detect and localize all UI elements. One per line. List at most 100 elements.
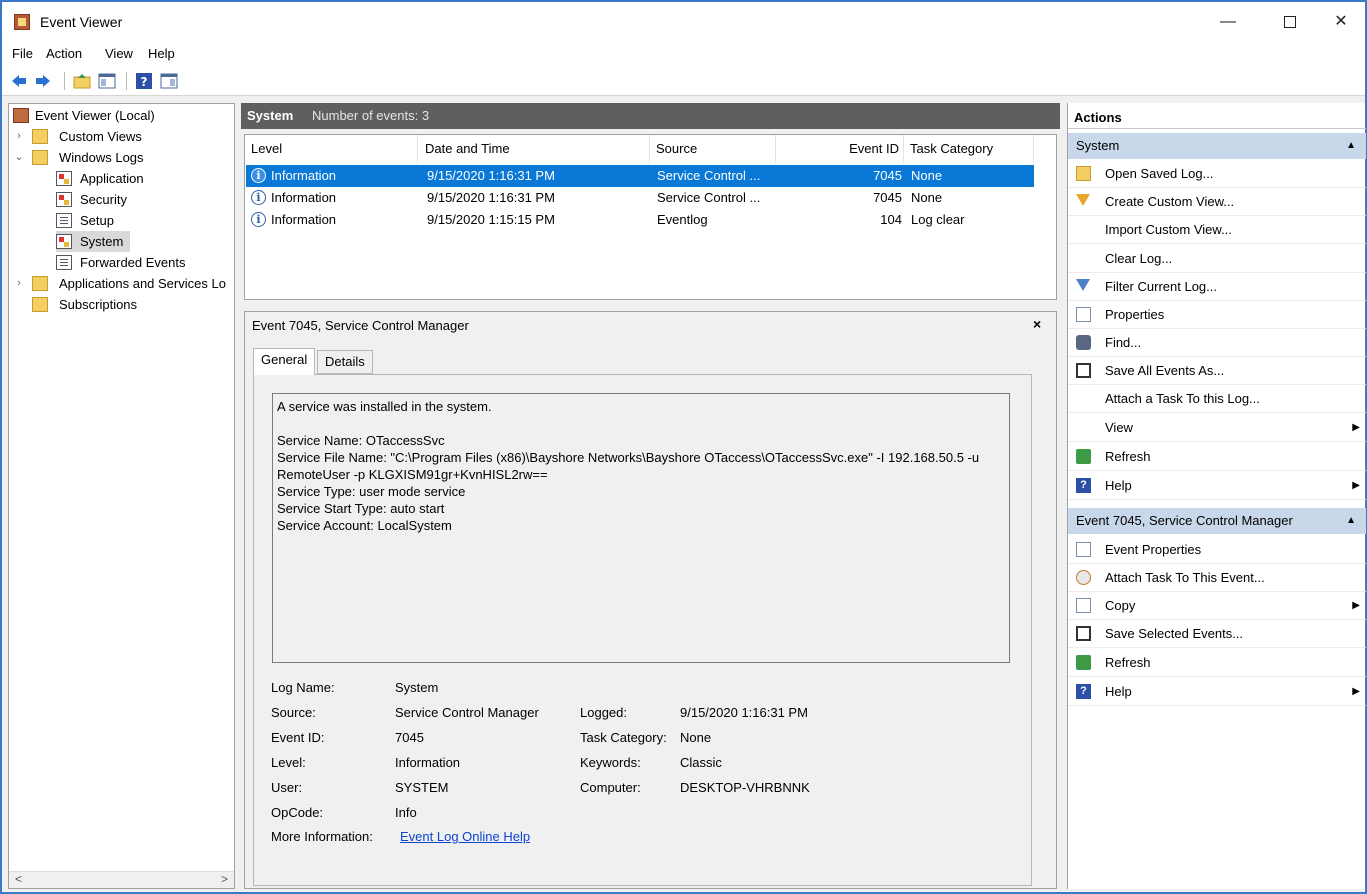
source-label: Source: — [271, 705, 316, 720]
action-save-all-events-as[interactable]: Save All Events As... — [1068, 357, 1366, 385]
save-icon — [1076, 626, 1091, 641]
action-refresh[interactable]: Refresh — [1068, 443, 1366, 471]
column-header-source[interactable]: Source — [650, 135, 776, 163]
log-title: System — [247, 108, 294, 123]
menu-file[interactable]: File — [12, 46, 33, 61]
menu-help[interactable]: Help — [148, 46, 175, 61]
forward-arrow-icon[interactable] — [34, 72, 52, 90]
task-category-label: Task Category: — [580, 730, 667, 745]
opcode-label: OpCode: — [271, 805, 324, 820]
refresh-icon — [1076, 449, 1091, 464]
keywords-value: Classic — [680, 755, 722, 770]
toolbar-separator — [126, 72, 127, 90]
refresh-icon — [1076, 655, 1091, 670]
toolbar-separator — [64, 72, 65, 90]
task-icon — [1076, 570, 1091, 585]
action-attach-task-to-log[interactable]: Attach a Task To this Log... — [1068, 385, 1366, 413]
expand-arrow-icon[interactable]: › — [13, 126, 25, 147]
event-log-online-help-link[interactable]: Event Log Online Help — [400, 829, 530, 844]
action-import-custom-view[interactable]: Import Custom View... — [1068, 216, 1366, 244]
collapse-caret-icon[interactable]: ▲ — [1346, 508, 1356, 534]
show-hide-action-pane-icon[interactable] — [160, 72, 178, 90]
minimize-button[interactable]: — — [1205, 8, 1251, 36]
computer-value: DESKTOP-VHRBNNK — [680, 780, 810, 795]
svg-text:?: ? — [141, 75, 148, 89]
detail-close-icon[interactable]: × — [1033, 316, 1041, 332]
binoculars-icon — [1076, 335, 1091, 350]
tab-general[interactable]: General — [253, 348, 316, 375]
event-viewer-icon — [13, 108, 29, 123]
tree-horizontal-scrollbar[interactable]: < > — [9, 871, 234, 888]
actions-group-system[interactable]: System ▲ — [1068, 133, 1366, 159]
table-row[interactable]: i Information 9/15/2020 1:15:15 PM Event… — [246, 209, 1034, 231]
actions-group-event[interactable]: Event 7045, Service Control Manager ▲ — [1068, 508, 1366, 534]
column-header-task-category[interactable]: Task Category — [904, 135, 1034, 163]
copy-icon — [1076, 598, 1091, 613]
action-clear-log[interactable]: Clear Log... — [1068, 245, 1366, 273]
action-properties[interactable]: Properties — [1068, 301, 1366, 329]
action-event-properties[interactable]: Event Properties — [1068, 536, 1366, 564]
action-view[interactable]: View ▶ — [1068, 414, 1366, 442]
tree-item-system[interactable]: System — [56, 231, 130, 252]
log-icon — [56, 213, 72, 228]
user-value: SYSTEM — [395, 780, 449, 795]
tab-details[interactable]: Details — [317, 350, 373, 374]
collapse-caret-icon[interactable]: ▲ — [1346, 133, 1356, 159]
log-name-label: Log Name: — [271, 680, 335, 695]
column-header-date-and-time[interactable]: Date and Time — [419, 135, 650, 163]
scroll-left-arrow-icon[interactable]: < — [15, 872, 22, 886]
table-row[interactable]: i Information 9/15/2020 1:16:31 PM Servi… — [246, 165, 1034, 187]
maximize-icon — [1284, 15, 1296, 28]
expand-arrow-icon[interactable]: › — [13, 273, 25, 294]
event-viewer-window: Event Viewer — ✕ File Action View Help ?… — [0, 0, 1367, 894]
close-button[interactable]: ✕ — [1318, 8, 1364, 36]
subscriptions-icon — [32, 297, 48, 312]
scroll-right-arrow-icon[interactable]: > — [221, 872, 228, 886]
logged-value: 9/15/2020 1:16:31 PM — [680, 705, 808, 720]
submenu-arrow-icon: ▶ — [1352, 600, 1360, 611]
source-value: Service Control Manager — [395, 705, 539, 720]
back-arrow-icon[interactable] — [10, 72, 28, 90]
action-filter-current-log[interactable]: Filter Current Log... — [1068, 273, 1366, 301]
event-id-value: 7045 — [395, 730, 424, 745]
help-icon[interactable]: ? — [135, 72, 153, 90]
action-help[interactable]: ? Help ▶ — [1068, 472, 1366, 500]
detail-title: Event 7045, Service Control Manager — [252, 318, 469, 333]
actions-pane: Actions System ▲ Open Saved Log... Creat… — [1067, 103, 1366, 889]
action-save-selected-events[interactable]: Save Selected Events... — [1068, 620, 1366, 648]
menu-action[interactable]: Action — [46, 46, 82, 61]
action-refresh-event[interactable]: Refresh — [1068, 649, 1366, 677]
information-icon: i — [251, 212, 266, 227]
table-row[interactable]: i Information 9/15/2020 1:16:31 PM Servi… — [246, 187, 1034, 209]
action-copy[interactable]: Copy ▶ — [1068, 592, 1366, 620]
column-header-level[interactable]: Level — [245, 135, 418, 163]
action-create-custom-view[interactable]: Create Custom View... — [1068, 188, 1366, 216]
maximize-button[interactable] — [1267, 8, 1313, 36]
events-table: Level Date and Time Source Event ID Task… — [244, 134, 1057, 300]
event-description[interactable]: A service was installed in the system. S… — [272, 393, 1010, 663]
action-find[interactable]: Find... — [1068, 329, 1366, 357]
log-icon — [56, 171, 72, 186]
computer-label: Computer: — [580, 780, 641, 795]
event-viewer-app-icon — [14, 14, 30, 30]
show-hide-console-tree-icon[interactable] — [98, 72, 116, 90]
task-category-value: None — [680, 730, 712, 745]
column-header-event-id[interactable]: Event ID — [776, 135, 904, 163]
log-header-bar: System Number of events: 3 — [241, 103, 1060, 129]
action-help-event[interactable]: ? Help ▶ — [1068, 678, 1366, 706]
action-open-saved-log[interactable]: Open Saved Log... — [1068, 160, 1366, 188]
help-icon: ? — [1076, 684, 1091, 699]
opcode-value: Info — [395, 805, 417, 820]
menu-view[interactable]: View — [105, 46, 133, 61]
log-icon — [56, 255, 72, 270]
action-attach-task-to-event[interactable]: Attach Task To This Event... — [1068, 564, 1366, 592]
windows-logs-folder-icon — [32, 150, 48, 165]
collapse-arrow-icon[interactable]: ⌄ — [13, 147, 25, 168]
menu-bar: File Action View Help — [2, 42, 1365, 66]
submenu-arrow-icon: ▶ — [1352, 480, 1360, 491]
event-count: Number of events: 3 — [312, 108, 430, 123]
event-id-label: Event ID: — [271, 730, 325, 745]
window-title: Event Viewer — [40, 14, 123, 30]
up-folder-icon[interactable] — [73, 72, 91, 90]
event-detail-pane: Event 7045, Service Control Manager × Ge… — [244, 311, 1057, 889]
